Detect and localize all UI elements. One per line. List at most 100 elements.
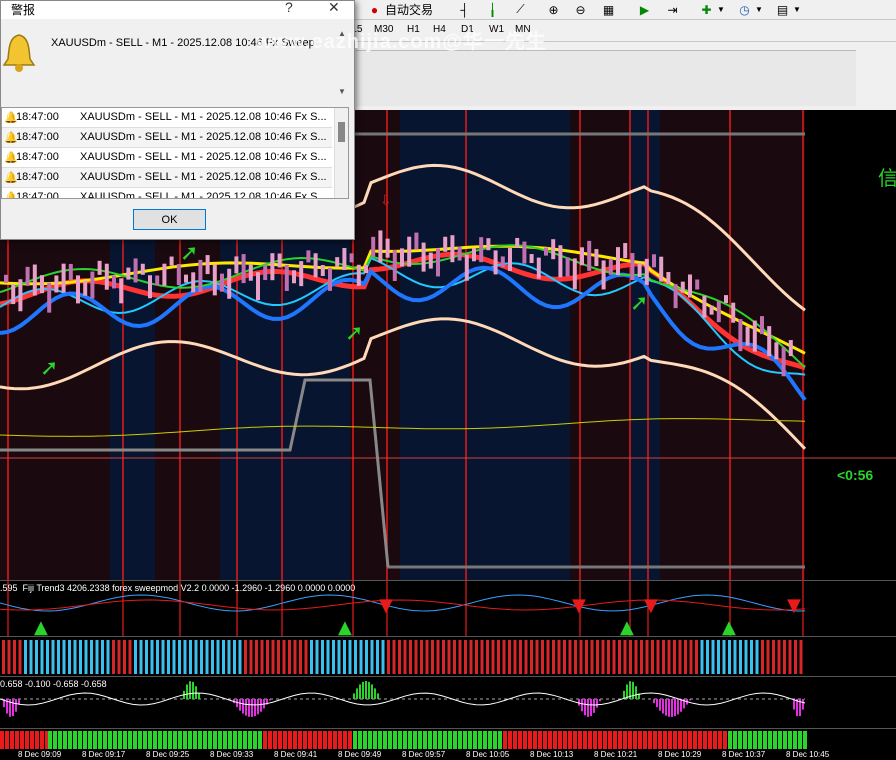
candle	[716, 301, 721, 323]
candle	[364, 265, 368, 274]
histogram-bar	[304, 640, 308, 674]
osc-bar	[368, 681, 370, 699]
signal-segment	[163, 731, 167, 749]
signal-segment	[413, 731, 417, 749]
histogram-bar	[755, 640, 759, 674]
histogram-bar	[651, 640, 654, 674]
candle	[112, 275, 116, 289]
periods-button[interactable]: ◷ ▼	[736, 1, 763, 18]
signal-segment	[543, 731, 547, 749]
trend-histogram-subwindow[interactable]	[0, 636, 896, 676]
histogram-bar	[167, 640, 170, 674]
list-scrollbar-thumb[interactable]	[338, 122, 345, 142]
signal-segment	[358, 731, 362, 749]
signal-segment	[343, 731, 347, 749]
candle	[472, 248, 476, 262]
time-axis-label: 8 Dec 09:09	[18, 750, 62, 759]
candle	[565, 257, 570, 277]
histogram-bar	[700, 640, 704, 674]
histogram-bar	[233, 640, 236, 674]
osc-bar	[656, 699, 658, 708]
auto-trade-button[interactable]: ● 自动交易	[366, 1, 433, 18]
signal-segment	[483, 731, 487, 749]
templates-button[interactable]: ▤ ▼	[774, 1, 801, 18]
candle	[299, 261, 304, 287]
indicators-button[interactable]: ✚ ▼	[698, 1, 724, 18]
signal-segment	[698, 731, 702, 749]
bar-chart-button[interactable]: ┤	[456, 1, 473, 18]
histogram-bar	[73, 640, 77, 674]
list-scrollbar[interactable]	[334, 108, 348, 198]
signal-segment	[243, 731, 247, 749]
oscillator-subwindow[interactable]: 0.658 -0.100 -0.658 -0.658	[0, 676, 896, 728]
list-item[interactable]: 🔔 18:47:00 XAUUSDm - SELL - M1 - 2025.12…	[2, 168, 332, 188]
signal-segment	[373, 731, 377, 749]
candle	[320, 265, 325, 277]
list-item[interactable]: 🔔 18:47:00 XAUUSDm - SELL - M1 - 2025.12…	[2, 108, 332, 128]
signal-segment	[238, 731, 242, 749]
histogram-bar	[211, 640, 214, 674]
signal-segment	[0, 731, 4, 749]
histogram-bar	[783, 640, 786, 674]
histogram-bar	[343, 640, 346, 674]
list-item[interactable]: 🔔 18:47:00 XAUUSDm - SELL - M1 - 2025.12…	[2, 128, 332, 148]
list-item[interactable]: 🔔 18:47:00 XAUUSDm - SELL - M1 - 2025.12…	[2, 148, 332, 168]
signal-segment	[603, 731, 607, 749]
osc-bar	[796, 699, 798, 717]
histogram-bar	[535, 640, 539, 674]
help-button[interactable]: ?	[285, 0, 293, 15]
alert-list[interactable]: 🔔 18:47:00 XAUUSDm - SELL - M1 - 2025.12…	[1, 107, 349, 199]
candle	[594, 249, 599, 267]
candle	[551, 239, 556, 260]
signal-segment	[688, 731, 692, 749]
signal-bar-subwindow[interactable]	[0, 728, 896, 750]
histogram-bar	[464, 640, 467, 674]
signal-segment	[773, 731, 777, 749]
alert-title: 警报	[11, 3, 36, 17]
histogram-bar	[475, 640, 478, 674]
signal-segment	[258, 731, 262, 749]
fiji-trend-subwindow[interactable]: ▲ ▲ ▲ ▲ ▼ ▼ ▼ ▼ .595 Fiji Trend3 4206.2338 fore…	[0, 580, 896, 638]
sell-arrow-icon: ▼	[644, 595, 658, 616]
autoscroll-button[interactable]: ⇥	[664, 1, 681, 18]
tile-windows-button[interactable]: ▦	[600, 1, 617, 18]
candle	[263, 265, 268, 281]
histogram-bar	[519, 640, 522, 674]
histogram-bar	[722, 640, 726, 674]
candle	[119, 278, 124, 304]
list-item[interactable]: 🔔 18:47:00 XAUUSDm - SELL - M1 - 2025.12…	[2, 188, 332, 198]
candle-chart-button[interactable]: ╽	[484, 1, 501, 18]
signal-segment	[383, 731, 387, 749]
scroll-down-icon[interactable]: ▼	[338, 87, 346, 96]
signal-segment	[178, 731, 182, 749]
alert-titlebar: 警报 ? ✕	[1, 0, 354, 19]
histogram-bar	[706, 640, 709, 674]
close-button[interactable]: ✕	[328, 0, 340, 16]
osc-bar	[242, 699, 244, 714]
histogram-bar	[376, 640, 379, 674]
histogram-bar	[315, 640, 319, 674]
histogram-bar	[365, 640, 368, 674]
candle	[464, 254, 469, 281]
buy-arrow-icon: ➚	[40, 356, 58, 381]
signal-segment	[743, 731, 747, 749]
time-axis-label: 8 Dec 09:25	[146, 750, 190, 759]
histogram-bar	[117, 640, 121, 674]
histogram-bar	[744, 640, 748, 674]
ok-button[interactable]: OK	[133, 209, 206, 230]
signal-segment	[53, 731, 57, 749]
osc-bar	[802, 699, 804, 710]
signal-segment	[228, 731, 232, 749]
signal-segment	[188, 731, 192, 749]
zoom-out-button[interactable]: ⊖	[572, 1, 589, 18]
histogram-bar	[13, 640, 16, 674]
zoom-in-button[interactable]: ⊕	[545, 1, 562, 18]
candle	[738, 319, 743, 352]
histogram-bar	[7, 640, 11, 674]
candle	[270, 253, 275, 281]
signal-segment	[133, 731, 137, 749]
histogram-bar	[579, 640, 583, 674]
line-chart-button[interactable]: ⟋	[512, 1, 529, 18]
candle	[97, 260, 102, 275]
chart-shift-button[interactable]: ▶	[636, 1, 653, 18]
